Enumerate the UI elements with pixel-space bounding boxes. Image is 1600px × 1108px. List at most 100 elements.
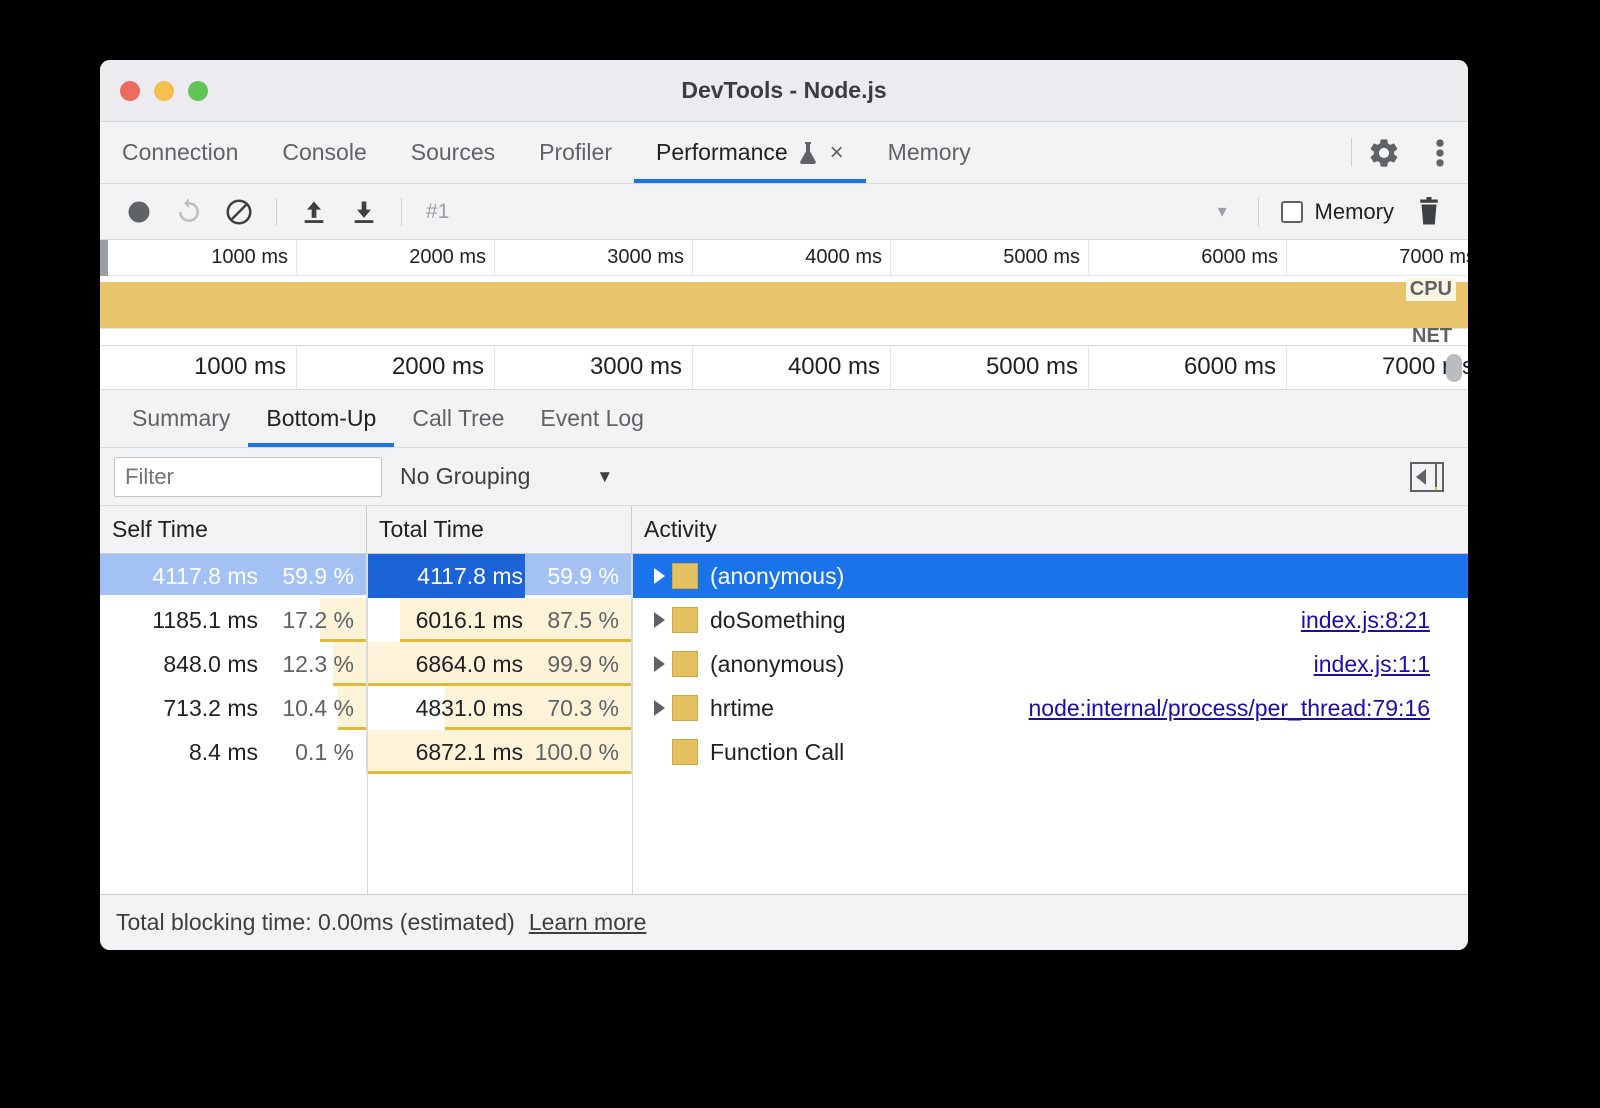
source-link[interactable]: index.js:8:21 xyxy=(1301,607,1430,634)
ruler-tick: 1000 ms xyxy=(211,246,288,268)
total-time-value: 6016.1 ms87.5 % xyxy=(383,607,619,634)
horizontal-scrollbar-thumb[interactable] xyxy=(1446,354,1462,382)
profile-selector[interactable]: #1 ▼ xyxy=(416,193,1244,231)
chevron-down-icon: ▼ xyxy=(1215,203,1230,220)
grouping-selector[interactable]: No Grouping ▼ xyxy=(400,463,613,490)
expand-triangle-icon[interactable] xyxy=(646,568,672,584)
column-header-self-time[interactable]: Self Time xyxy=(100,506,367,553)
status-bar: Total blocking time: 0.00ms (estimated) … xyxy=(100,894,1468,950)
ruler-tick: 4000 ms xyxy=(788,353,880,380)
record-button[interactable] xyxy=(116,189,162,235)
tab-console[interactable]: Console xyxy=(260,122,388,183)
self-time-ms: 4117.8 ms xyxy=(118,563,258,590)
timeline-ruler: 1000 ms 2000 ms 3000 ms 4000 ms 5000 ms … xyxy=(100,346,1468,390)
ruler-tick: 3000 ms xyxy=(590,353,682,380)
filter-bar: No Grouping ▼ xyxy=(100,448,1468,506)
self-time-value: 848.0 ms12.3 % xyxy=(118,651,354,678)
cpu-band-label: CPU xyxy=(1406,278,1456,301)
toolbar-divider xyxy=(1258,198,1259,226)
table-row[interactable]: 8.4 ms0.1 %6872.1 ms100.0 %Function Call xyxy=(100,730,1468,774)
sidebar-toggle-icon[interactable] xyxy=(1410,462,1444,492)
ruler-tick: 6000 ms xyxy=(1201,246,1278,268)
title-bar: DevTools - Node.js xyxy=(100,60,1468,122)
expand-triangle-icon[interactable] xyxy=(646,656,672,672)
cell-self-time: 4117.8 ms59.9 % xyxy=(100,554,367,598)
memory-label: Memory xyxy=(1315,199,1394,225)
cell-total-time: 6872.1 ms100.0 % xyxy=(367,730,632,774)
filter-input[interactable] xyxy=(114,457,382,497)
table-row[interactable]: 4117.8 ms59.9 %4117.8 ms59.9 %(anonymous… xyxy=(100,554,1468,598)
expand-triangle-icon[interactable] xyxy=(646,612,672,628)
tab-memory[interactable]: Memory xyxy=(866,122,993,183)
sidebar-edge xyxy=(1435,464,1437,490)
activity-name: (anonymous) xyxy=(710,651,844,678)
load-profile-button[interactable] xyxy=(291,189,337,235)
right-triangle-icon xyxy=(654,568,665,584)
column-divider[interactable] xyxy=(632,554,633,894)
memory-checkbox-row[interactable]: Memory xyxy=(1273,199,1402,225)
activity-name: (anonymous) xyxy=(710,563,844,590)
cell-total-time: 6016.1 ms87.5 % xyxy=(367,598,632,642)
tab-connection[interactable]: Connection xyxy=(100,122,260,183)
devtools-window: DevTools - Node.js Connection Console So… xyxy=(100,60,1468,950)
total-time-value: 4117.8 ms59.9 % xyxy=(383,563,619,590)
ruler-tick: 5000 ms xyxy=(986,353,1078,380)
tab-event-log[interactable]: Event Log xyxy=(522,390,662,447)
activity-color-swatch xyxy=(672,651,698,677)
total-time-value: 6864.0 ms99.9 % xyxy=(383,651,619,678)
table-row[interactable]: 1185.1 ms17.2 %6016.1 ms87.5 %doSomethin… xyxy=(100,598,1468,642)
tab-summary[interactable]: Summary xyxy=(114,390,248,447)
cpu-usage-fill xyxy=(100,282,1468,328)
more-options-button[interactable] xyxy=(1412,122,1468,183)
self-time-ms: 8.4 ms xyxy=(118,739,258,766)
learn-more-link[interactable]: Learn more xyxy=(529,909,647,936)
reload-and-record-button[interactable] xyxy=(166,189,212,235)
tab-performance[interactable]: Performance × xyxy=(634,122,866,183)
table-body: 4117.8 ms59.9 %4117.8 ms59.9 %(anonymous… xyxy=(100,554,1468,774)
tab-bottom-up[interactable]: Bottom-Up xyxy=(248,390,394,447)
self-time-percent: 59.9 % xyxy=(258,563,354,590)
performance-toolbar: #1 ▼ Memory xyxy=(100,184,1468,240)
tab-sources[interactable]: Sources xyxy=(389,122,517,183)
tab-label: Sources xyxy=(411,139,495,166)
ruler-tick: 3000 ms xyxy=(607,246,684,268)
total-time-value: 6872.1 ms100.0 % xyxy=(383,739,619,766)
subtab-label: Call Tree xyxy=(412,405,504,432)
total-time-percent: 99.9 % xyxy=(523,651,619,678)
timeline-overview[interactable]: 1000 ms 2000 ms 3000 ms 4000 ms 5000 ms … xyxy=(100,240,1468,346)
self-time-ms: 713.2 ms xyxy=(118,695,258,722)
table-row[interactable]: 713.2 ms10.4 %4831.0 ms70.3 %hrtimenode:… xyxy=(100,686,1468,730)
cell-total-time: 4831.0 ms70.3 % xyxy=(367,686,632,730)
clear-button[interactable] xyxy=(216,189,262,235)
column-header-activity[interactable]: Activity xyxy=(632,506,1468,553)
tab-label: Memory xyxy=(888,139,971,166)
source-link[interactable]: index.js:1:1 xyxy=(1314,651,1430,678)
total-time-percent: 70.3 % xyxy=(523,695,619,722)
cpu-overview-band[interactable]: CPU xyxy=(100,276,1468,328)
ruler-tick: 6000 ms xyxy=(1184,353,1276,380)
tab-call-tree[interactable]: Call Tree xyxy=(394,390,522,447)
total-time-ms: 6016.1 ms xyxy=(383,607,523,634)
details-tab-bar: Summary Bottom-Up Call Tree Event Log xyxy=(100,390,1468,448)
table-row[interactable]: 848.0 ms12.3 % 6864.0 ms99.9 % (anonymous)… xyxy=(100,642,1468,686)
memory-checkbox[interactable] xyxy=(1281,201,1303,223)
save-profile-button[interactable] xyxy=(341,189,387,235)
self-time-percent: 0.1 % xyxy=(258,739,354,766)
self-time-percent: 17.2 % xyxy=(258,607,354,634)
total-time-ms: 4117.8 ms xyxy=(383,563,523,590)
close-tab-icon[interactable]: × xyxy=(830,141,844,165)
chevron-down-icon: ▼ xyxy=(596,467,613,487)
tab-profiler[interactable]: Profiler xyxy=(517,122,634,183)
subtab-label: Summary xyxy=(132,405,230,432)
tab-label: Console xyxy=(282,139,366,166)
source-link[interactable]: node:internal/process/per_thread:79:16 xyxy=(1028,695,1430,722)
settings-button[interactable] xyxy=(1356,122,1412,183)
cell-activity: (anonymous) index.js:1:1 xyxy=(632,642,1468,686)
net-overview-band[interactable]: NET xyxy=(100,328,1468,345)
expand-triangle-icon[interactable] xyxy=(646,700,672,716)
column-divider[interactable] xyxy=(367,554,368,894)
total-blocking-time-text: Total blocking time: 0.00ms (estimated) xyxy=(116,909,515,936)
column-header-total-time[interactable]: Total Time xyxy=(367,506,632,553)
delete-profile-button[interactable] xyxy=(1406,189,1452,235)
toolbar-divider xyxy=(276,198,277,226)
